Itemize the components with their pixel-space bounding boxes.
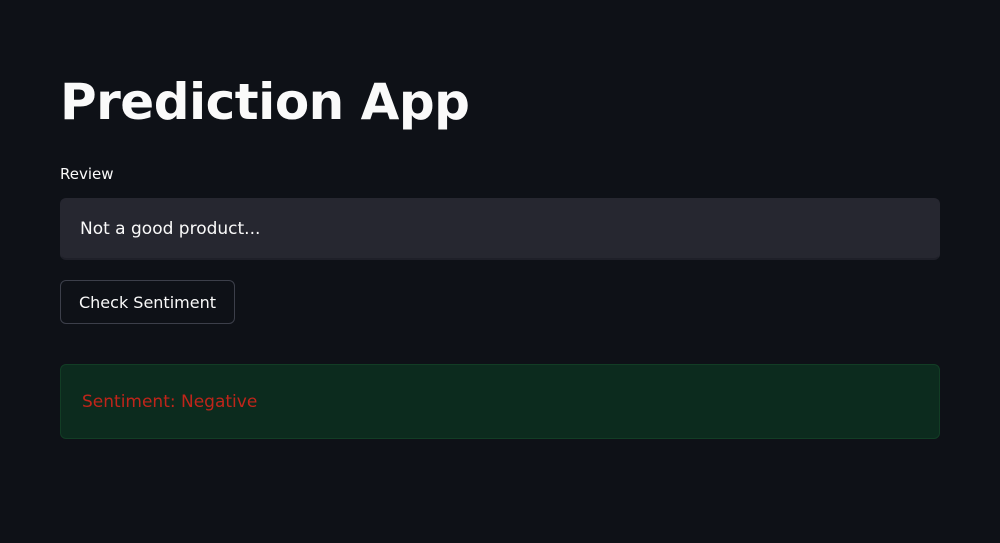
- sentiment-result-text: Sentiment: Negative: [82, 391, 258, 412]
- page-title: Prediction App: [60, 73, 470, 131]
- sentiment-result-alert: Sentiment: Negative: [60, 364, 940, 439]
- review-label: Review: [60, 165, 114, 183]
- main-content: Prediction App Review Check Sentiment Se…: [60, 0, 940, 543]
- check-sentiment-button[interactable]: Check Sentiment: [60, 280, 235, 324]
- review-input[interactable]: [60, 198, 940, 260]
